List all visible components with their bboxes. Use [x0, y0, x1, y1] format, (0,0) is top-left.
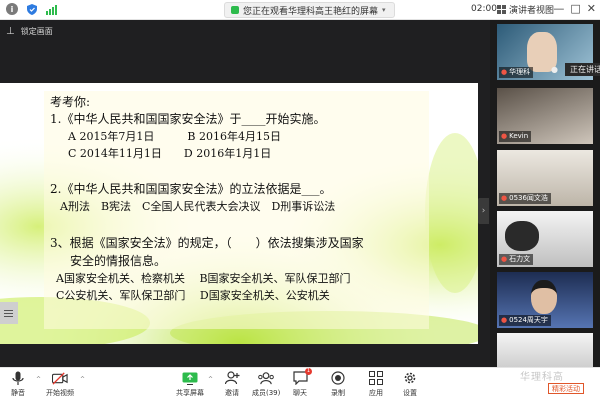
start-video-button[interactable]: 开始视频 [46, 370, 74, 398]
share-screen-button[interactable]: 共享屏幕 [176, 370, 204, 398]
view-mode-label: 演讲者视图 [509, 6, 555, 16]
start-video-label: 开始视频 [46, 389, 74, 397]
question-3-line1: 3、根据《国家安全法》的规定，（ ）依法搜集涉及国家 [50, 236, 364, 250]
invite-button[interactable]: 邀请 [224, 370, 240, 398]
shield-icon[interactable] [26, 3, 38, 15]
mic-icon: ● [501, 194, 508, 202]
watermark-text: 华理科高 [520, 372, 564, 383]
signal-icon[interactable] [46, 4, 57, 15]
avatar [505, 221, 539, 251]
add-user-icon [224, 370, 240, 386]
mute-button[interactable]: 静音 [10, 370, 26, 398]
share-screen-label: 共享屏幕 [176, 389, 204, 397]
lock-screen-control[interactable]: ⊥ 锁定画面 [6, 26, 53, 37]
chevron-up-icon[interactable]: ^ [208, 376, 213, 383]
info-icon[interactable]: i [6, 3, 18, 15]
pin-icon: ⊥ [6, 26, 15, 37]
participant-tile[interactable]: ● Kevin [497, 88, 593, 144]
mic-icon: ● [501, 255, 508, 263]
question-2-options: A刑法 B宪法 C全国人民代表大会决议 D刑事诉讼法 [60, 200, 336, 213]
avatar [531, 280, 557, 314]
meeting-timer: 02:00 [471, 4, 497, 14]
minimize-button[interactable]: — [553, 2, 564, 15]
question-1-options-cd: C 2014年11月1日 D 2016年1月1日 [68, 147, 272, 160]
share-screen-icon [182, 370, 198, 386]
chat-icon: 1 [292, 368, 312, 386]
settings-button[interactable]: 设置 [402, 370, 418, 398]
record-icon [330, 370, 346, 386]
question-1: 1.《中华人民共和国国家安全法》于____开始实施。 [50, 112, 326, 126]
chevron-down-icon: ▾ [382, 6, 386, 14]
grid-view-icon [497, 5, 506, 14]
mute-label: 静音 [11, 389, 25, 397]
participant-tile[interactable]: ● 石力文 [497, 211, 593, 267]
mic-icon: ● [501, 316, 508, 324]
watermark-badge: 精彩活动 [548, 383, 584, 394]
apps-label: 应用 [369, 389, 383, 397]
invite-label: 邀请 [225, 389, 239, 397]
participant-name-tag: ● 0536闻文浩 [499, 193, 551, 204]
screen-share-indicator[interactable]: 您正在观看华理科高王艳红的屏幕 ▾ [224, 2, 395, 18]
lock-label: 锁定画面 [20, 27, 53, 36]
bottom-toolbar: 静音 ^ 开始视频 ^ 共享屏幕 ^ 邀请 成员(39) 1 聊天 录制 应用 … [0, 367, 600, 402]
members-button[interactable]: 成员(39) [252, 370, 280, 398]
question-2: 2.《中华人民共和国国家安全法》的立法依据是___。 [50, 182, 332, 196]
participant-name-tag: ● 华理科 [499, 67, 534, 78]
chat-button[interactable]: 1 聊天 [292, 368, 312, 398]
speaking-indicator: 正在讲话 [565, 63, 600, 76]
participant-name-tag: ● Kevin [499, 131, 532, 142]
record-label: 录制 [331, 389, 345, 397]
participant-name-tag: ● 0524周天宇 [499, 315, 551, 326]
settings-label: 设置 [403, 389, 417, 397]
members-label: 成员(39) [252, 389, 281, 397]
share-text: 您正在观看华理科高王艳红的屏幕 [243, 6, 379, 17]
video-camera-off-icon [52, 370, 68, 386]
collapse-panel-button[interactable]: › [478, 198, 489, 224]
apps-grid-icon [368, 370, 384, 386]
participant-name-tag: ● 石力文 [499, 254, 534, 265]
gear-icon [402, 370, 418, 386]
chevron-up-icon[interactable]: ^ [80, 376, 85, 383]
shared-slide: 考考你: 1.《中华人民共和国国家安全法》于____开始实施。 A 2015年7… [0, 83, 478, 344]
chevron-up-icon[interactable]: ^ [36, 376, 41, 383]
maximize-button[interactable]: □ [570, 2, 580, 15]
video-feed [497, 333, 593, 367]
apps-button[interactable]: 应用 [368, 370, 384, 398]
question-3-options-cd: C公安机关、军队保卫部门 D国家安全机关、公安机关 [56, 289, 330, 302]
window-title-bar: i 您正在观看华理科高王艳红的屏幕 ▾ 02:00 演讲者视图 — □ ✕ [0, 0, 600, 20]
participant-tile[interactable] [497, 333, 593, 367]
chat-unread-badge: 1 [305, 368, 312, 375]
mic-icon: ● [501, 68, 508, 76]
close-button[interactable]: ✕ [587, 2, 596, 15]
participant-tile[interactable]: ● 0524周天宇 [497, 272, 593, 328]
slide-title: 考考你: [50, 95, 91, 109]
record-button[interactable]: 录制 [330, 370, 346, 398]
users-icon [258, 370, 274, 386]
question-3-options-ab: A国家安全机关、检察机关 B国家安全机关、军队保卫部门 [56, 272, 351, 285]
status-icons: i [6, 3, 57, 15]
side-menu-button[interactable] [0, 302, 18, 324]
question-3-line2: 安全的情报信息。 [70, 254, 167, 268]
sharing-icon [231, 6, 239, 14]
participant-tile[interactable]: ● 0536闻文浩 [497, 150, 593, 206]
microphone-icon [10, 370, 26, 386]
mic-icon: ● [501, 132, 508, 140]
chat-label: 聊天 [293, 389, 307, 397]
window-controls: — □ ✕ [553, 2, 596, 15]
question-1-options-ab: A 2015年7月1日 B 2016年4月15日 [68, 130, 282, 143]
mic-icon: ● [551, 65, 558, 74]
view-mode-button[interactable]: 演讲者视图 [497, 3, 554, 16]
